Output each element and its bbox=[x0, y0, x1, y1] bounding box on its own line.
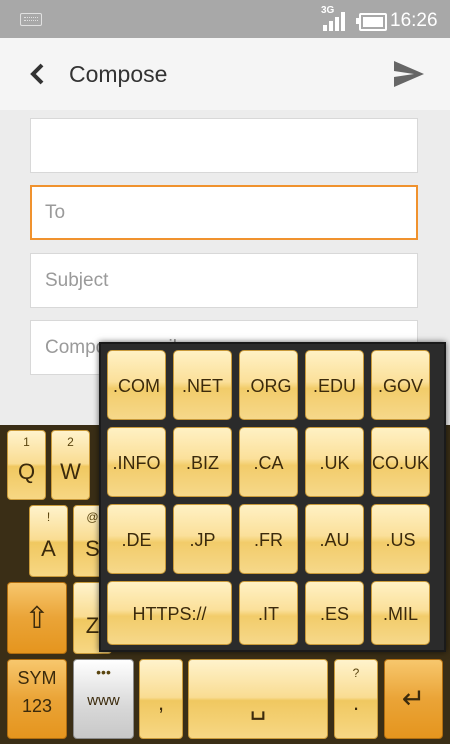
comma-key[interactable]: , bbox=[139, 659, 183, 739]
domain-key-mil[interactable]: .MIL bbox=[371, 581, 430, 645]
domain-key-edu[interactable]: .EDU bbox=[305, 350, 364, 420]
domain-key-uk[interactable]: .UK bbox=[305, 427, 364, 497]
domain-key-it[interactable]: .IT bbox=[239, 581, 298, 645]
domain-key-biz[interactable]: .BIZ bbox=[173, 427, 232, 497]
domain-key-co-uk[interactable]: CO.UK bbox=[371, 427, 430, 497]
signal-icon bbox=[323, 11, 349, 31]
domain-key-https[interactable]: HTTPS:// bbox=[107, 581, 232, 645]
key-w[interactable]: 2 W bbox=[51, 430, 90, 500]
subject-field[interactable] bbox=[30, 253, 418, 308]
enter-icon: ↵ bbox=[401, 683, 426, 714]
domain-key-info[interactable]: .INFO bbox=[107, 427, 166, 497]
domain-key-au[interactable]: .AU bbox=[305, 504, 364, 574]
send-icon[interactable] bbox=[392, 58, 426, 90]
from-field[interactable] bbox=[30, 118, 418, 173]
domain-key-de[interactable]: .DE bbox=[107, 504, 166, 574]
domain-key-gov[interactable]: .GOV bbox=[371, 350, 430, 420]
shift-key[interactable]: ⇧ bbox=[7, 582, 67, 654]
domain-key-us[interactable]: .US bbox=[371, 504, 430, 574]
domain-popup: .COM .NET .ORG .EDU .GOV .INFO .BIZ .CA … bbox=[99, 342, 446, 652]
clock: 16:26 bbox=[390, 10, 438, 31]
domain-key-es[interactable]: .ES bbox=[305, 581, 364, 645]
www-key[interactable]: ••• www bbox=[73, 659, 134, 739]
domain-key-jp[interactable]: .JP bbox=[173, 504, 232, 574]
space-icon: ␣ bbox=[249, 690, 267, 720]
period-key[interactable]: ? . bbox=[334, 659, 378, 739]
battery-icon bbox=[356, 13, 387, 31]
domain-key-net[interactable]: .NET bbox=[173, 350, 232, 420]
to-field[interactable] bbox=[30, 185, 418, 240]
shift-icon: ⇧ bbox=[24, 602, 50, 635]
sym-key[interactable]: SYM 123 bbox=[7, 659, 67, 739]
domain-key-fr[interactable]: .FR bbox=[239, 504, 298, 574]
key-a[interactable]: ! A bbox=[29, 505, 68, 577]
keyboard-icon bbox=[20, 13, 42, 26]
app-bar: Compose bbox=[0, 38, 450, 110]
key-q[interactable]: 1 Q bbox=[7, 430, 46, 500]
domain-key-com[interactable]: .COM bbox=[107, 350, 166, 420]
space-key[interactable]: ␣ bbox=[188, 659, 328, 739]
back-icon[interactable] bbox=[26, 60, 50, 88]
domain-key-org[interactable]: .ORG bbox=[239, 350, 298, 420]
status-bar: 3G 16:26 bbox=[0, 0, 450, 38]
domain-key-ca[interactable]: .CA bbox=[239, 427, 298, 497]
page-title: Compose bbox=[69, 61, 168, 87]
enter-key[interactable]: ↵ bbox=[384, 659, 443, 739]
